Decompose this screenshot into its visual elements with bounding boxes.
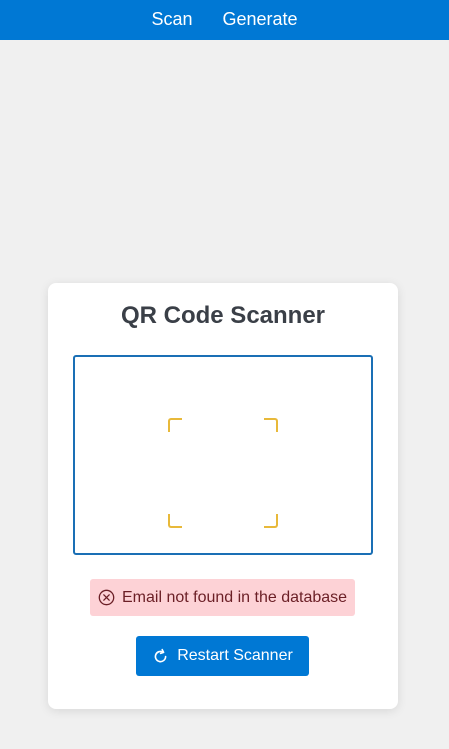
scanner-card: QR Code Scanner Email not found in the d… xyxy=(48,283,398,709)
restart-scanner-button[interactable]: Restart Scanner xyxy=(136,636,309,676)
restart-scanner-label: Restart Scanner xyxy=(177,647,293,664)
scan-frame-corner-top-right xyxy=(264,418,278,432)
scan-frame-corner-top-left xyxy=(168,418,182,432)
error-message: Email not found in the database xyxy=(122,588,348,606)
page-title: QR Code Scanner xyxy=(120,302,326,329)
nav-link-generate[interactable]: Generate xyxy=(222,9,297,32)
scan-frame-corner-bottom-right xyxy=(264,514,278,528)
error-alert: Email not found in the database xyxy=(90,579,355,616)
scan-frame-corner-bottom-left xyxy=(168,514,182,528)
circle-x-icon xyxy=(98,589,115,606)
nav-link-scan[interactable]: Scan xyxy=(151,9,192,32)
refresh-icon xyxy=(152,648,169,665)
camera-viewport xyxy=(73,355,373,555)
top-nav-bar: Scan Generate xyxy=(0,0,449,40)
